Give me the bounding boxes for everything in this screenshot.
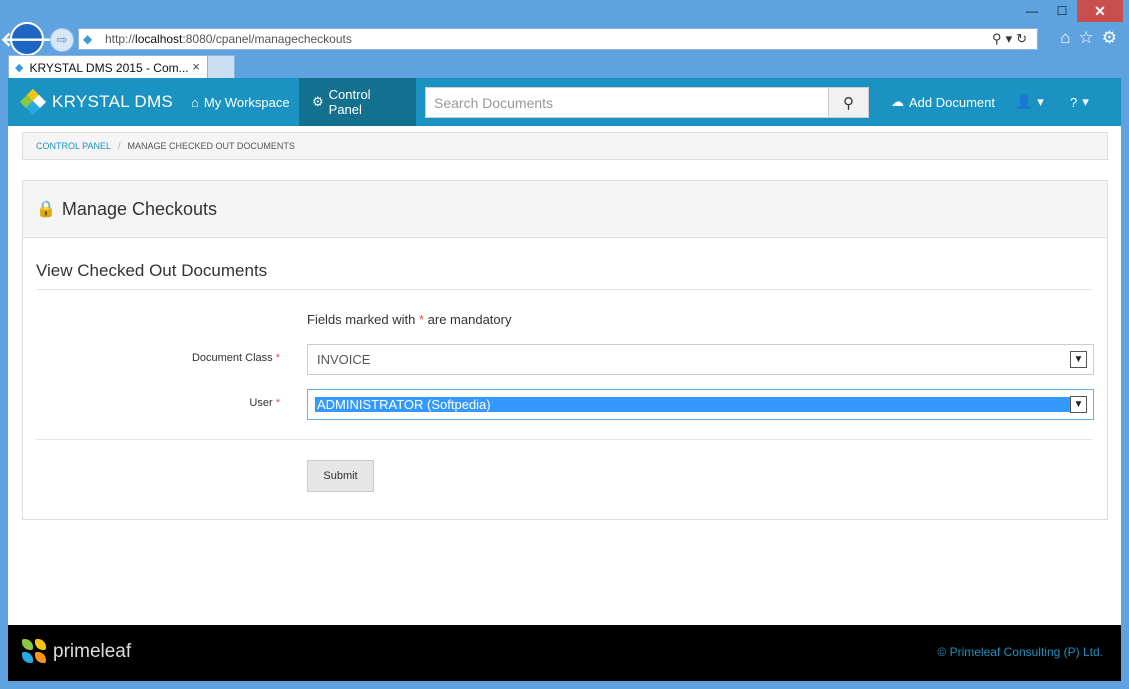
url-host: localhost	[135, 32, 183, 46]
form-divider	[36, 439, 1093, 440]
tab-strip: ◆ KRYSTAL DMS 2015 - Com... ×	[8, 55, 1121, 79]
url-prefix: http://	[105, 32, 136, 46]
primeleaf-logo-icon	[22, 639, 48, 665]
search-button[interactable]: ⚲	[828, 87, 869, 118]
browser-tab-active[interactable]: ◆ KRYSTAL DMS 2015 - Com... ×	[8, 55, 208, 79]
search-input[interactable]	[425, 87, 828, 118]
submit-button[interactable]: Submit	[307, 460, 374, 492]
document-class-required-star: *	[275, 352, 280, 364]
dropdown-arrow-icon[interactable]: ▾	[1006, 31, 1017, 46]
tab-close-icon[interactable]: ×	[192, 59, 200, 74]
document-class-select[interactable]: INVOICE ▼	[307, 344, 1094, 375]
nav-my-workspace[interactable]: ⌂ My Workspace	[178, 78, 303, 126]
page-viewport: KRYSTAL DMS ⌂ My Workspace ⚙ Control Pan…	[8, 78, 1121, 681]
breadcrumb-control-panel-link[interactable]: CONTROL PANEL	[36, 141, 111, 151]
nav-add-document-label: Add Document	[909, 94, 995, 110]
document-class-value: INVOICE	[317, 352, 371, 367]
forward-arrow-icon: ⇨	[56, 32, 68, 47]
document-class-label: Document Class *	[23, 352, 280, 364]
mandatory-note-after: are mandatory	[424, 312, 512, 327]
browser-window: — ☐ ✕ 🡐 ⇨ ◆ http://localhost:8080/cpanel…	[0, 0, 1129, 689]
maximize-button[interactable]: ☐	[1047, 0, 1077, 22]
user-icon: 👤	[1016, 94, 1033, 109]
site-favicon-icon: ◆	[83, 32, 93, 46]
mandatory-note-before: Fields marked with	[307, 312, 419, 327]
home-icon: ⌂	[191, 94, 199, 110]
back-arrow-icon: 🡐	[0, 28, 54, 51]
mandatory-note: Fields marked with * are mandatory	[307, 312, 511, 327]
help-question-icon: ?	[1070, 94, 1078, 110]
section-divider	[36, 289, 1093, 290]
page-title: Manage Checkouts	[61, 198, 218, 219]
nav-my-workspace-label: My Workspace	[203, 94, 290, 110]
window-controls: — ☐ ✕	[1017, 0, 1123, 22]
nav-add-document[interactable]: ☁ Add Document	[878, 78, 1008, 126]
url-path: :8080/cpanel/managecheckouts	[182, 32, 352, 46]
address-tools: ⚲▾↻	[992, 31, 1031, 47]
krystal-logo-icon	[19, 88, 47, 116]
section-title: View Checked Out Documents	[36, 261, 268, 280]
minimize-button[interactable]: —	[1017, 0, 1047, 22]
home-icon[interactable]: ⌂	[1060, 28, 1070, 48]
user-caret-icon: ▾	[1037, 94, 1044, 109]
search-icon: ⚲	[843, 94, 854, 112]
footer-brand: primeleaf	[22, 639, 131, 665]
search-icon[interactable]: ⚲	[992, 31, 1006, 46]
footer-copyright[interactable]: © Primeleaf Consulting (P) Ltd.	[937, 645, 1103, 659]
lock-icon: 🔒	[36, 201, 56, 218]
chevron-down-icon[interactable]: ▼	[1070, 396, 1087, 413]
breadcrumb-separator: /	[118, 141, 121, 151]
brand-name: KRYSTAL DMS	[52, 92, 174, 111]
user-value: ADMINISTRATOR (Softpedia)	[315, 397, 1070, 412]
user-select[interactable]: ADMINISTRATOR (Softpedia) ▼	[307, 389, 1094, 420]
top-navbar: KRYSTAL DMS ⌂ My Workspace ⚙ Control Pan…	[8, 78, 1121, 126]
user-label: User *	[23, 397, 280, 409]
help-caret-icon: ▾	[1082, 94, 1089, 109]
user-required-star: *	[275, 397, 280, 409]
settings-gear-icon[interactable]: ⚙	[1102, 28, 1117, 48]
chevron-down-icon[interactable]: ▼	[1070, 351, 1087, 368]
nav-control-panel[interactable]: ⚙ Control Panel	[299, 78, 416, 126]
user-label-text: User	[249, 397, 273, 409]
address-bar[interactable]: ◆ http://localhost:8080/cpanel/manageche…	[78, 28, 1038, 50]
panel-heading: 🔒 Manage Checkouts	[23, 181, 1107, 238]
document-class-label-text: Document Class	[191, 352, 273, 364]
nav-control-panel-label: Control Panel	[328, 87, 371, 117]
tab-favicon-icon: ◆	[15, 62, 24, 74]
footer-brand-name: primeleaf	[53, 641, 132, 662]
new-tab-button[interactable]	[208, 55, 235, 79]
breadcrumb: CONTROL PANEL / MANAGE CHECKED OUT DOCUM…	[22, 132, 1108, 160]
gears-icon: ⚙	[312, 94, 324, 109]
search-form: ⚲	[425, 87, 869, 118]
browser-nav-row: 🡐 ⇨ ◆ http://localhost:8080/cpanel/manag…	[0, 22, 1121, 56]
user-menu-toggle[interactable]: 👤 ▾	[1003, 78, 1057, 126]
back-button[interactable]: 🡐	[0, 22, 54, 56]
manage-checkouts-panel: 🔒 Manage Checkouts View Checked Out Docu…	[22, 180, 1108, 520]
help-menu-toggle[interactable]: ? ▾	[1057, 78, 1102, 126]
forward-button[interactable]: ⇨	[50, 28, 74, 52]
favorites-star-icon[interactable]: ☆	[1079, 28, 1094, 48]
close-window-button[interactable]: ✕	[1077, 0, 1123, 22]
cloud-upload-icon: ☁	[891, 94, 904, 109]
page-footer: primeleaf © Primeleaf Consulting (P) Ltd…	[8, 625, 1121, 681]
breadcrumb-current: MANAGE CHECKED OUT DOCUMENTS	[127, 141, 295, 151]
browser-toolbar-icons: ⌂ ☆ ⚙	[1060, 28, 1117, 48]
refresh-icon[interactable]: ↻	[1016, 31, 1031, 46]
brand-link[interactable]: KRYSTAL DMS	[19, 78, 174, 126]
tab-title: KRYSTAL DMS 2015 - Com...	[29, 60, 189, 75]
